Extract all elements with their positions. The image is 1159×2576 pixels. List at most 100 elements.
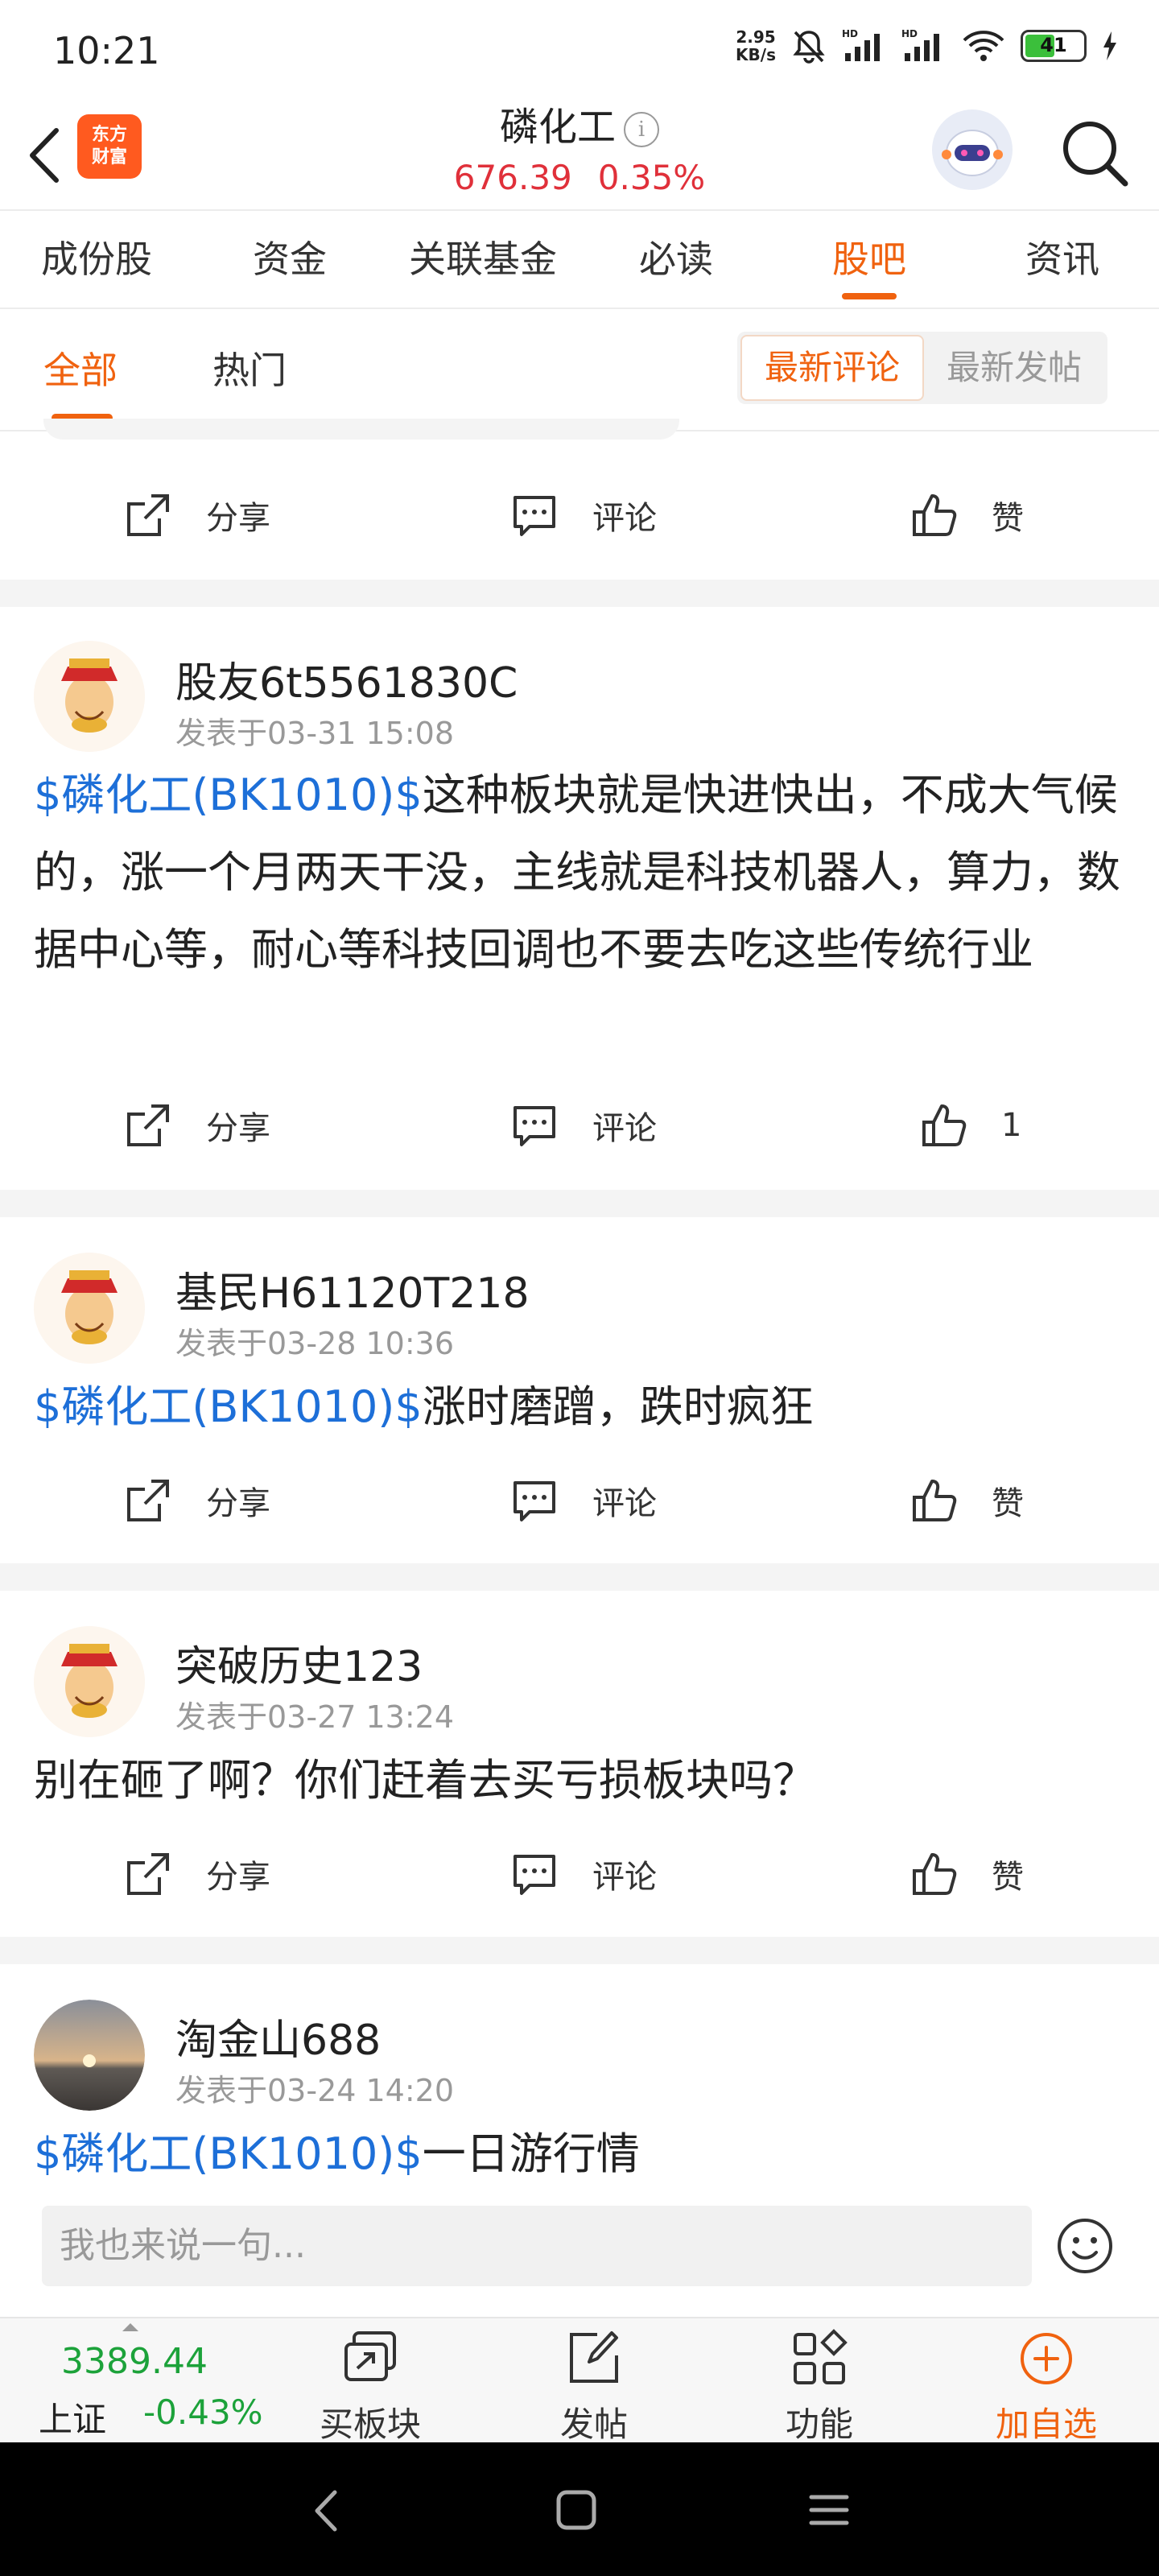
sort-toggle: 最新评论 最新发帖 (737, 332, 1108, 404)
nav-buy-sector[interactable]: 买板块 (298, 2326, 443, 2446)
avatar[interactable] (34, 641, 145, 752)
comment-icon (514, 1106, 555, 1146)
avatar-image (34, 1626, 145, 1737)
system-menu-icon[interactable] (805, 2486, 853, 2534)
signal-icon-2: HD (901, 28, 939, 61)
share-button[interactable]: 分享 (124, 1101, 270, 1150)
grid-icon (794, 2329, 848, 2384)
forum-subtabs: 全部 热门 最新评论 最新发帖 (0, 309, 1159, 430)
nav-add-watchlist[interactable]: 加自选 (974, 2326, 1119, 2446)
expand-up-icon[interactable] (121, 2322, 140, 2333)
share-button[interactable]: 分享 (124, 491, 270, 539)
like-button[interactable]: 赞 (909, 491, 1024, 539)
post-username[interactable]: 股友6t5561830C (175, 649, 518, 709)
tab-components[interactable]: 成份股 (0, 211, 193, 308)
compose-icon (570, 2331, 618, 2383)
like-button[interactable]: 赞 (909, 1476, 1024, 1525)
sector-tag-link[interactable]: $磷化工(BK1010)$ (34, 2128, 423, 2179)
system-nav-bar (0, 2442, 1159, 2576)
avatar[interactable] (34, 1626, 145, 1737)
post-separator (0, 1937, 1159, 1964)
sector-change: 0.35% (597, 158, 706, 197)
avatar[interactable] (34, 2000, 145, 2111)
post-content[interactable]: $磷化工(BK1010)$一日游行情 (34, 2116, 1125, 2193)
status-time: 10:21 (53, 29, 160, 72)
index-value[interactable]: 3389.44 (61, 2341, 208, 2382)
post-username[interactable]: 基民H61120T218 (175, 1259, 530, 1319)
system-home-icon[interactable] (552, 2486, 600, 2534)
sort-latest-comment-button[interactable]: 最新评论 (740, 335, 925, 401)
post-separator (0, 1190, 1159, 1217)
thumbs-up-icon (913, 1480, 957, 1521)
avatar-image (34, 1253, 145, 1364)
tab-must-read[interactable]: 必读 (580, 211, 773, 308)
avatar-image (34, 641, 145, 752)
wifi-icon (963, 31, 1004, 61)
robot-icon (942, 130, 1003, 176)
status-bar: 10:21 2.95 KB/s HD HD 41 (0, 0, 1159, 105)
nav-post[interactable]: 发帖 (522, 2326, 666, 2446)
search-icon[interactable] (1054, 113, 1135, 193)
comment-button[interactable]: 评论 (510, 1850, 657, 1898)
bottom-nav: 3389.44 上证 -0.43% 买板块 发帖 功能 加自选 (0, 2317, 1159, 2446)
tab-forum[interactable]: 股吧 (773, 211, 966, 308)
section-tabs: 成份股 资金 关联基金 必读 股吧 资讯 (0, 211, 1159, 308)
battery-icon: 41 (1021, 30, 1087, 62)
sector-tag-link[interactable]: $磷化工(BK1010)$ (34, 1381, 423, 1432)
buy-sector-icon (344, 2331, 396, 2381)
tab-related-funds[interactable]: 关联基金 (386, 211, 580, 308)
status-icons: 2.95 KB/s HD HD 41 (736, 27, 1119, 64)
post-time: 发表于03-31 15:08 (175, 716, 455, 751)
avatar[interactable] (34, 1253, 145, 1364)
thumbs-up-icon (913, 1853, 957, 1895)
nav-functions[interactable]: 功能 (747, 2326, 892, 2446)
robot-assistant-avatar[interactable] (932, 109, 1013, 190)
comment-icon (514, 496, 555, 536)
sector-price: 676.39 (453, 158, 572, 197)
subtab-hot[interactable]: 热门 (212, 341, 287, 394)
add-circle-icon (1021, 2333, 1072, 2384)
share-icon (127, 1853, 169, 1895)
post-content[interactable]: $磷化工(BK1010)$这种板块就是快进快出，不成大气候的，涨一个月两天干没，… (34, 757, 1125, 989)
share-icon (127, 494, 169, 536)
previous-post-quote-box (43, 419, 679, 440)
index-change[interactable]: -0.43% (143, 2392, 263, 2432)
like-button[interactable]: 1 (919, 1101, 1021, 1150)
post-separator (0, 580, 1159, 607)
sort-latest-post-button[interactable]: 最新发帖 (924, 335, 1104, 401)
info-icon[interactable]: i (624, 112, 659, 147)
index-name[interactable]: 上证 (39, 2392, 106, 2442)
charging-icon (1103, 31, 1116, 60)
comment-button[interactable]: 评论 (510, 491, 657, 539)
post-username[interactable]: 淘金山688 (175, 2006, 381, 2066)
comment-input[interactable]: 我也来说一句... (42, 2206, 1032, 2286)
tab-capital[interactable]: 资金 (193, 211, 386, 308)
post-username[interactable]: 突破历史123 (175, 1633, 423, 1693)
emoji-icon[interactable] (1056, 2217, 1114, 2275)
bell-muted-icon (793, 31, 825, 64)
like-button[interactable]: 赞 (909, 1850, 1024, 1898)
sector-tag-link[interactable]: $磷化工(BK1010)$ (34, 770, 423, 820)
tab-news[interactable]: 资讯 (966, 211, 1159, 308)
share-button[interactable]: 分享 (124, 1850, 270, 1898)
subtab-all[interactable]: 全部 (43, 341, 118, 422)
system-back-icon[interactable] (306, 2483, 346, 2539)
comment-icon (514, 1855, 555, 1895)
share-icon (127, 1104, 169, 1146)
post-content[interactable]: $磷化工(BK1010)$涨时磨蹭，跌时疯狂 (34, 1368, 1125, 1446)
share-icon (127, 1480, 169, 1521)
svg-text:HD: HD (842, 28, 858, 39)
comment-icon (514, 1481, 555, 1521)
share-button[interactable]: 分享 (124, 1476, 270, 1525)
post-separator (0, 1563, 1159, 1591)
post-content[interactable]: 别在砸了啊？你们赶着去买亏损板块吗？ (34, 1742, 1125, 1819)
comment-button[interactable]: 评论 (510, 1101, 657, 1150)
post-time: 发表于03-27 13:24 (175, 1699, 455, 1735)
svg-text:HD: HD (901, 28, 918, 39)
post-time: 发表于03-24 14:20 (175, 2073, 455, 2108)
comment-button[interactable]: 评论 (510, 1476, 657, 1525)
post-time: 发表于03-28 10:36 (175, 1326, 455, 1361)
avatar-image (34, 2000, 145, 2111)
network-speed: 2.95 KB/s (736, 27, 776, 64)
signal-icon: HD (842, 28, 880, 61)
